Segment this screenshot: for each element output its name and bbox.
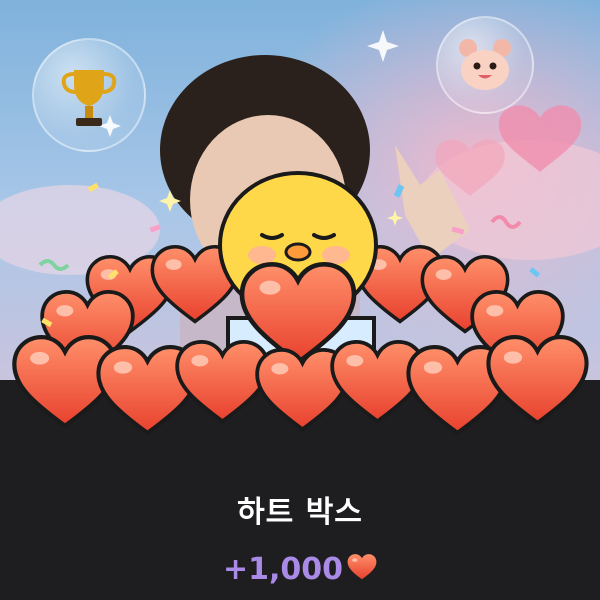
reward-title: 하트 박스 [237,495,363,530]
reward-amount: +1,000 [0,552,600,589]
heart-box-reward-popup: 하트 박스 +1,000 [0,0,600,600]
reward-amount-value: +1,000 [222,552,344,587]
heart-pile-illustration [0,171,600,470]
heart-icon [347,553,377,589]
